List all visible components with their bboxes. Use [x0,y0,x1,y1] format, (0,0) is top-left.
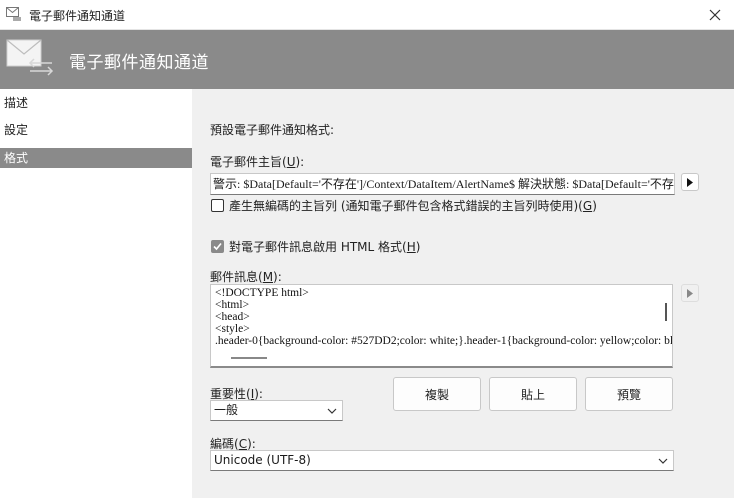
unencoded-subject-checkbox[interactable] [211,199,224,212]
sidebar-item-description[interactable]: 描述 [0,93,192,113]
unencoded-subject-label: 產生無編碼的主旨列 (通知電子郵件包含格式錯誤的主旨列時使用)(G) [229,199,597,213]
importance-select[interactable]: 一般 [210,400,343,421]
importance-value: 一般 [214,403,239,417]
sidebar-item-settings[interactable]: 設定 [0,120,192,140]
encoding-select[interactable]: Unicode (UTF-8) [210,450,674,471]
message-line: <html> [215,299,250,311]
arrow-right-icon [687,177,693,187]
preview-button[interactable]: 預覽 [585,377,673,411]
arrow-right-icon [687,288,693,298]
vertical-scrollbar[interactable] [665,303,667,321]
subject-insert-button[interactable] [681,173,699,191]
page-header: 電子郵件通知通道 [0,30,734,89]
chevron-down-icon [658,458,668,464]
section-title: 預設電子郵件通知格式: [210,123,335,137]
close-icon[interactable] [704,4,726,26]
chevron-down-icon [327,408,337,414]
email-channel-icon [6,7,22,21]
copy-button[interactable]: 複製 [393,377,481,411]
paste-button[interactable]: 貼上 [489,377,577,411]
message-line: .header-0{background-color: #527DD2;colo… [215,335,673,347]
sidebar: 描述 設定 格式 [0,89,192,498]
sidebar-item-format[interactable]: 格式 [0,148,192,168]
subject-label: 電子郵件主旨(U): [210,155,305,169]
title-bar: 電子郵件通知通道 [0,0,734,30]
message-textarea[interactable]: <!DOCTYPE html> <html> <head> <style> .h… [210,284,673,368]
message-line: <style> [215,323,250,335]
html-format-checkbox[interactable] [211,240,224,253]
encoding-value: Unicode (UTF-8) [214,453,311,467]
message-label: 郵件訊息(M): [210,270,282,284]
html-format-label: 對電子郵件訊息啟用 HTML 格式(H) [229,240,421,254]
subject-input[interactable]: 警示: $Data[Default='不存在']/Context/DataIte… [210,173,675,195]
horizontal-scrollbar[interactable] [231,357,267,359]
page-title: 電子郵件通知通道 [69,53,209,73]
message-line: <!DOCTYPE html> [215,287,309,299]
email-channel-icon [6,39,54,79]
message-insert-button[interactable] [681,284,699,302]
message-line: <head> [215,311,250,323]
window-title: 電子郵件通知通道 [29,9,126,23]
